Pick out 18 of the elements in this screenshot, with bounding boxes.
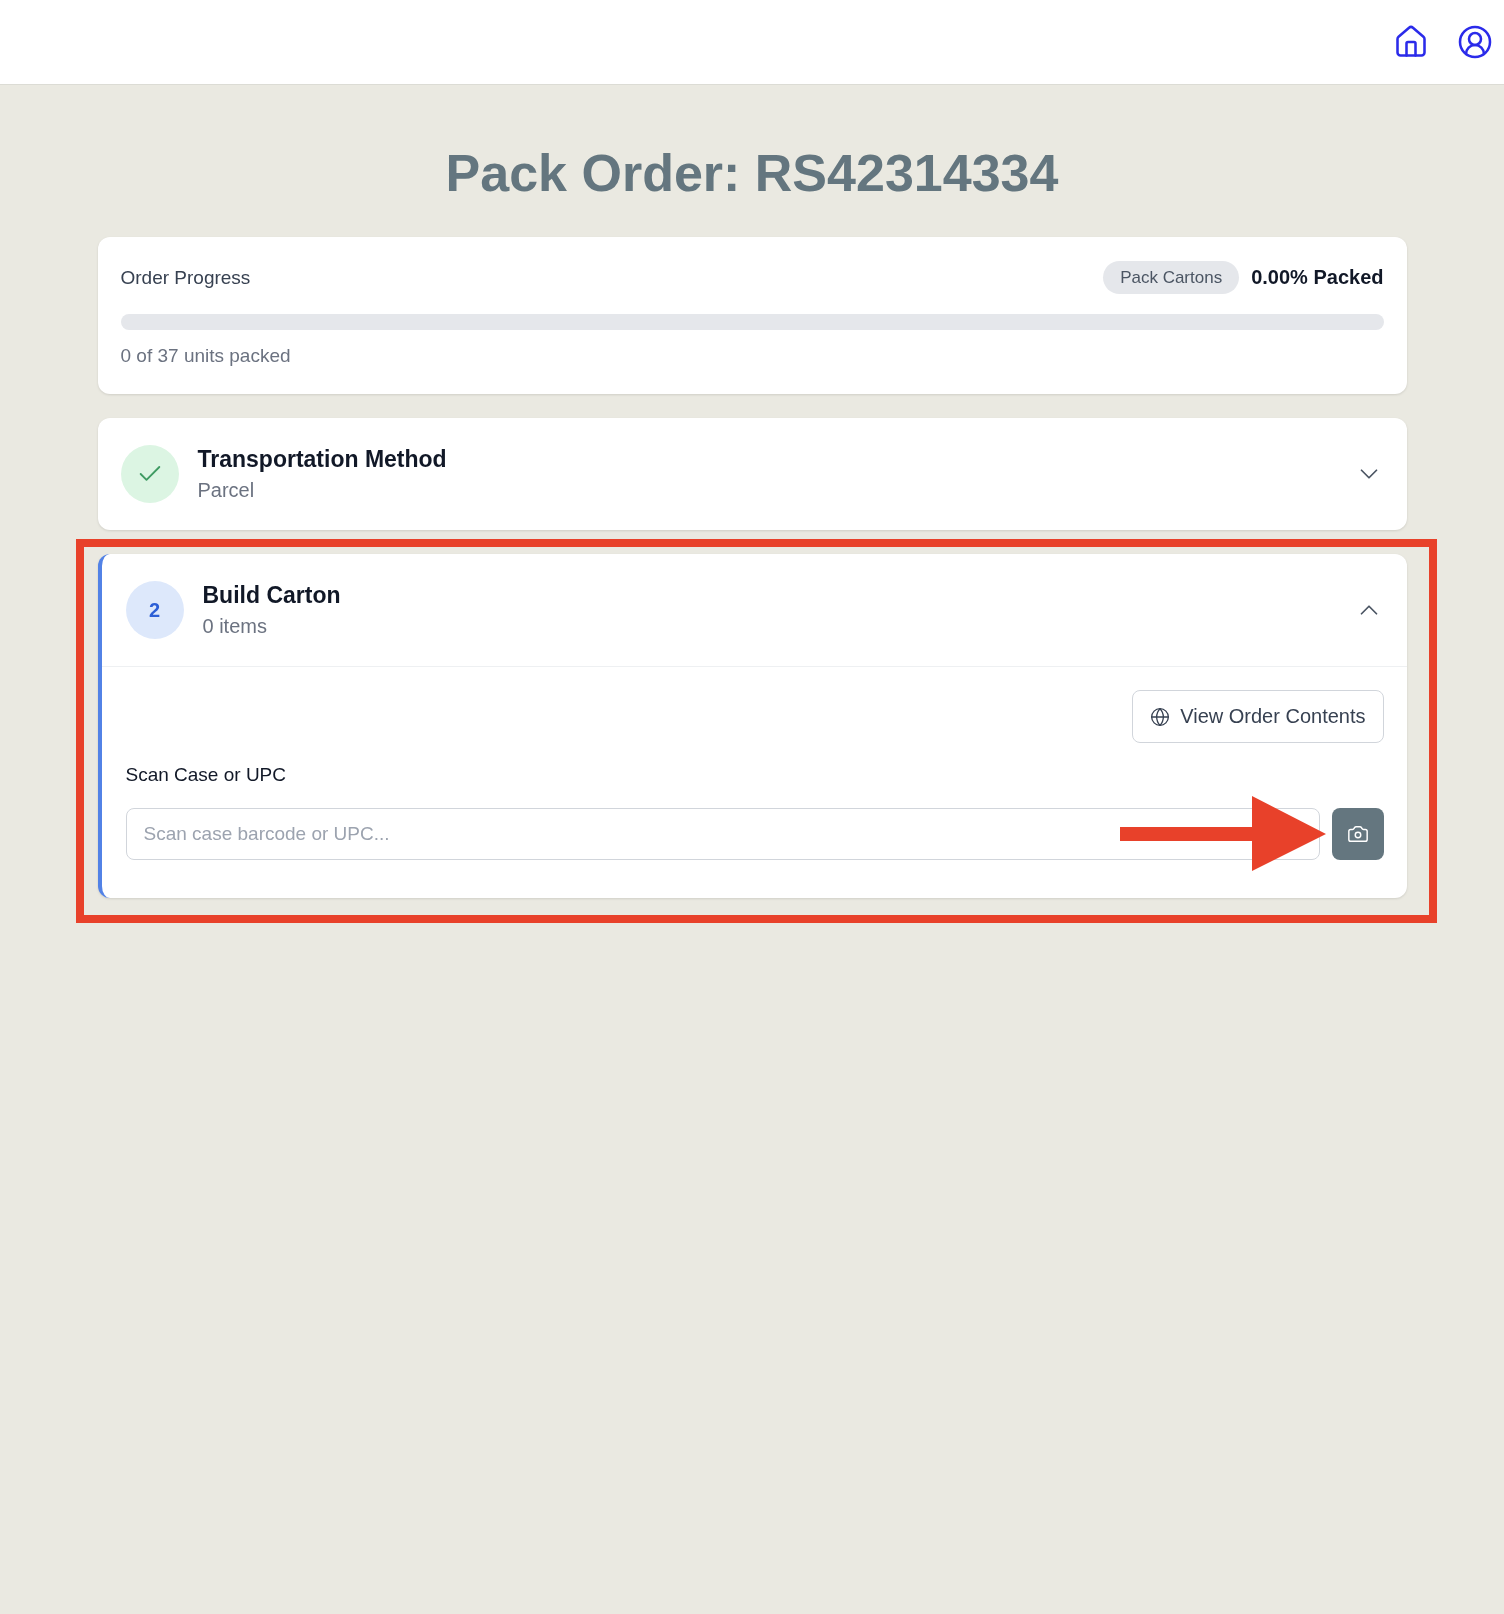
- step-subtitle: Parcel: [197, 478, 256, 503]
- home-icon[interactable]: [1393, 24, 1429, 60]
- page-title: Pack Order: RS42314334: [444, 143, 1060, 203]
- step-title: Transportation Method: [197, 445, 447, 473]
- stage-badge: Pack Cartons: [1103, 261, 1240, 294]
- camera-button[interactable]: [1331, 808, 1384, 860]
- units-summary: 0 of 37 units packed: [120, 344, 292, 368]
- camera-icon: [1346, 823, 1369, 845]
- globe-icon: [1150, 706, 1171, 727]
- user-account-icon[interactable]: [1457, 24, 1493, 60]
- step-subtitle: 0 items: [202, 614, 268, 639]
- scan-input-field[interactable]: Scan case barcode or UPC...: [125, 808, 1320, 860]
- percent-packed: 0.00% Packed: [1251, 266, 1384, 289]
- progress-label: Order Progress: [120, 266, 251, 289]
- view-order-contents-button[interactable]: View Order Contents: [1132, 690, 1384, 743]
- field-label: Scan Case or UPC: [125, 763, 287, 787]
- step-number: 2: [125, 581, 184, 639]
- step-title: Build Carton: [202, 581, 341, 609]
